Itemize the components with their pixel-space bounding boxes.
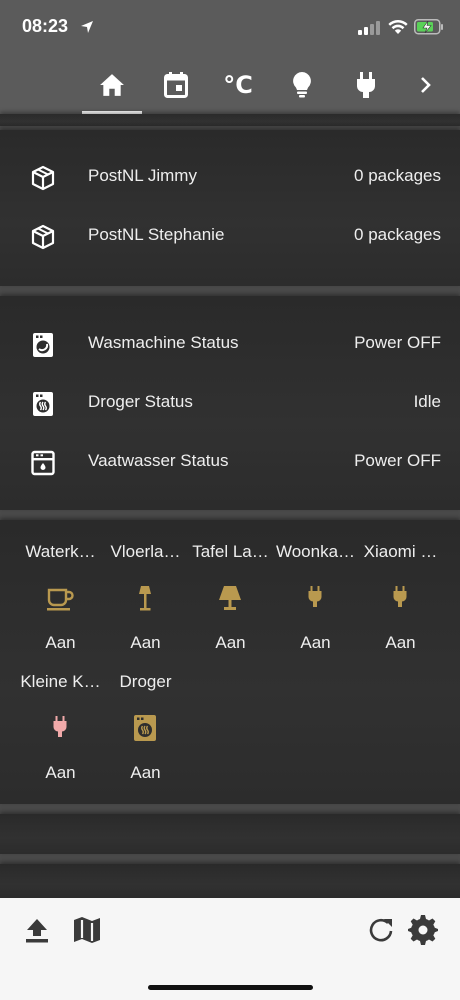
calendar-icon bbox=[164, 72, 188, 98]
entity-state: Idle bbox=[413, 392, 441, 411]
tile-vloerlamp[interactable]: Vloerla… Aan bbox=[103, 542, 188, 672]
chevron-right-icon bbox=[421, 77, 431, 93]
tile-tafel-lamp[interactable]: Tafel La… Aan bbox=[188, 542, 273, 672]
location-arrow-icon bbox=[81, 21, 93, 33]
home-icon bbox=[100, 74, 124, 96]
lightbulb-icon bbox=[293, 72, 311, 98]
tile-woonkamer[interactable]: Woonka… Aan bbox=[273, 542, 358, 672]
status-time: 08:23 bbox=[22, 16, 69, 36]
home-indicator bbox=[148, 985, 313, 990]
tumble-dryer-icon bbox=[134, 715, 156, 741]
entity-row-wasmachine[interactable]: Wasmachine Status Power OFF bbox=[0, 315, 460, 374]
tile-kleine-k[interactable]: Kleine K… Aan bbox=[18, 672, 103, 802]
tab-power[interactable] bbox=[336, 56, 396, 114]
tile-name: Vloerla… bbox=[110, 542, 181, 561]
tile-state: Aan bbox=[215, 633, 246, 652]
entity-state: 0 packages bbox=[354, 225, 441, 244]
washing-machine-icon bbox=[33, 333, 53, 357]
tile-name: Woonka… bbox=[275, 542, 356, 561]
tile-waterkoker[interactable]: Waterk… Aan bbox=[18, 542, 103, 672]
package-icon bbox=[31, 165, 55, 191]
entity-name: PostNL Jimmy bbox=[88, 166, 197, 185]
tile-state: Aan bbox=[385, 633, 416, 652]
battery-charging-icon bbox=[414, 19, 443, 35]
tile-name: Kleine K… bbox=[20, 672, 101, 691]
tile-name: Tafel La… bbox=[192, 542, 269, 561]
package-icon bbox=[31, 224, 55, 250]
settings-gear-icon[interactable] bbox=[408, 915, 438, 945]
tile-name: Xiaomi … bbox=[363, 542, 438, 561]
entity-row-postnl-stephanie[interactable]: PostNL Stephanie 0 packages bbox=[0, 207, 460, 266]
card-empty-partial bbox=[0, 864, 460, 898]
tile-xiaomi[interactable]: Xiaomi … Aan bbox=[358, 542, 443, 672]
tab-lights[interactable] bbox=[272, 56, 332, 114]
power-plug-icon bbox=[53, 716, 67, 737]
refresh-icon[interactable] bbox=[366, 915, 396, 945]
entity-name: PostNL Stephanie bbox=[88, 225, 225, 244]
tile-state: Aan bbox=[300, 633, 331, 652]
map-icon[interactable] bbox=[72, 915, 102, 945]
tile-state: Aan bbox=[45, 763, 76, 782]
temperature-icon: °C bbox=[223, 71, 253, 99]
dishwasher-icon bbox=[31, 450, 55, 476]
tile-name: Waterk… bbox=[25, 542, 96, 561]
entity-state: Power OFF bbox=[354, 451, 441, 470]
floor-lamp-icon bbox=[139, 586, 151, 611]
app-header: 08:23 °C bbox=[0, 0, 460, 114]
card-packages: PostNL Jimmy 0 packages PostNL Stephanie… bbox=[0, 130, 460, 286]
view-tabs: °C bbox=[0, 56, 460, 114]
upload-icon[interactable] bbox=[22, 915, 52, 945]
tab-more[interactable] bbox=[396, 56, 456, 114]
cellular-signal-icon bbox=[358, 21, 380, 35]
entity-name: Droger Status bbox=[88, 392, 193, 411]
entity-name: Vaatwasser Status bbox=[88, 451, 229, 470]
power-plug-icon bbox=[357, 72, 375, 98]
tab-temperature[interactable]: °C bbox=[208, 56, 268, 114]
status-bar: 08:23 bbox=[0, 0, 460, 56]
entity-state: Power OFF bbox=[354, 333, 441, 352]
tile-state: Aan bbox=[130, 763, 161, 782]
tab-home[interactable] bbox=[82, 56, 142, 114]
tab-calendar[interactable] bbox=[146, 56, 206, 114]
card-empty bbox=[0, 814, 460, 854]
card-partial-top bbox=[0, 114, 460, 126]
kettle-cup-icon bbox=[47, 588, 74, 611]
tile-name: Droger bbox=[119, 672, 172, 691]
card-appliances: Wasmachine Status Power OFF Droger Statu… bbox=[0, 296, 460, 510]
power-plug-icon bbox=[393, 586, 407, 607]
entity-name: Wasmachine Status bbox=[88, 333, 239, 352]
power-plug-icon bbox=[308, 586, 322, 607]
entity-row-postnl-jimmy[interactable]: PostNL Jimmy 0 packages bbox=[0, 148, 460, 207]
tile-state: Aan bbox=[130, 633, 161, 652]
tumble-dryer-icon bbox=[33, 392, 53, 416]
tile-state: Aan bbox=[45, 633, 76, 652]
entity-row-droger[interactable]: Droger Status Idle bbox=[0, 374, 460, 433]
entity-row-vaatwasser[interactable]: Vaatwasser Status Power OFF bbox=[0, 433, 460, 492]
card-entity-tiles: Waterk… Aan Vloerla… Aan Tafel La… Aan W… bbox=[0, 520, 460, 804]
wifi-icon bbox=[388, 19, 408, 34]
tile-droger[interactable]: Droger Aan bbox=[103, 672, 188, 802]
entity-state: 0 packages bbox=[354, 166, 441, 185]
table-lamp-icon bbox=[219, 586, 241, 610]
